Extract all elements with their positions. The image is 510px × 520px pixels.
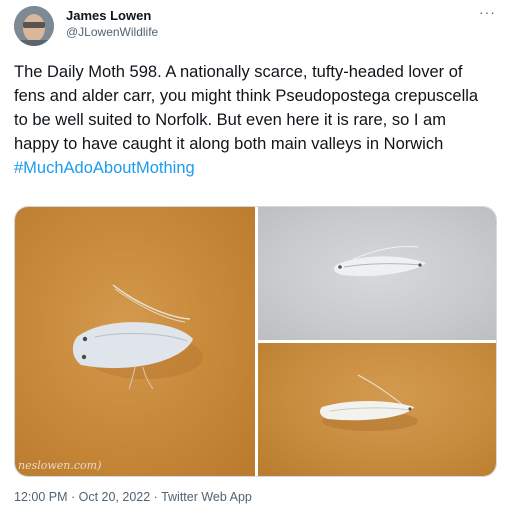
- photo-watermark: neslowen.com): [18, 459, 102, 472]
- moth-photo-orange-small[interactable]: [258, 343, 496, 476]
- moth-illustration: [320, 374, 418, 431]
- author-handle[interactable]: @JLowenWildlife: [66, 25, 158, 39]
- moth-photo-grey[interactable]: [258, 207, 496, 340]
- hashtag-link[interactable]: #MuchAdoAboutMothing: [14, 159, 195, 177]
- tweet-timestamp[interactable]: 12:00 PM · Oct 20, 2022 · Twitter Web Ap…: [14, 490, 252, 504]
- tweet-media-grid: neslowen.com): [14, 206, 497, 477]
- more-options-icon[interactable]: ···: [479, 4, 496, 20]
- avatar[interactable]: [14, 6, 54, 46]
- moth-illustration: [334, 246, 426, 277]
- moth-illustration: [72, 284, 203, 390]
- tweet-body: The Daily Moth 598. A nationally scarce,…: [14, 63, 479, 153]
- tweet-card: James Lowen @JLowenWildlife ··· The Dail…: [0, 0, 510, 520]
- moth-photo-orange-large[interactable]: neslowen.com): [15, 207, 255, 476]
- author-name[interactable]: James Lowen: [66, 8, 151, 23]
- tweet-text: The Daily Moth 598. A nationally scarce,…: [14, 60, 484, 180]
- avatar-image: [14, 6, 54, 46]
